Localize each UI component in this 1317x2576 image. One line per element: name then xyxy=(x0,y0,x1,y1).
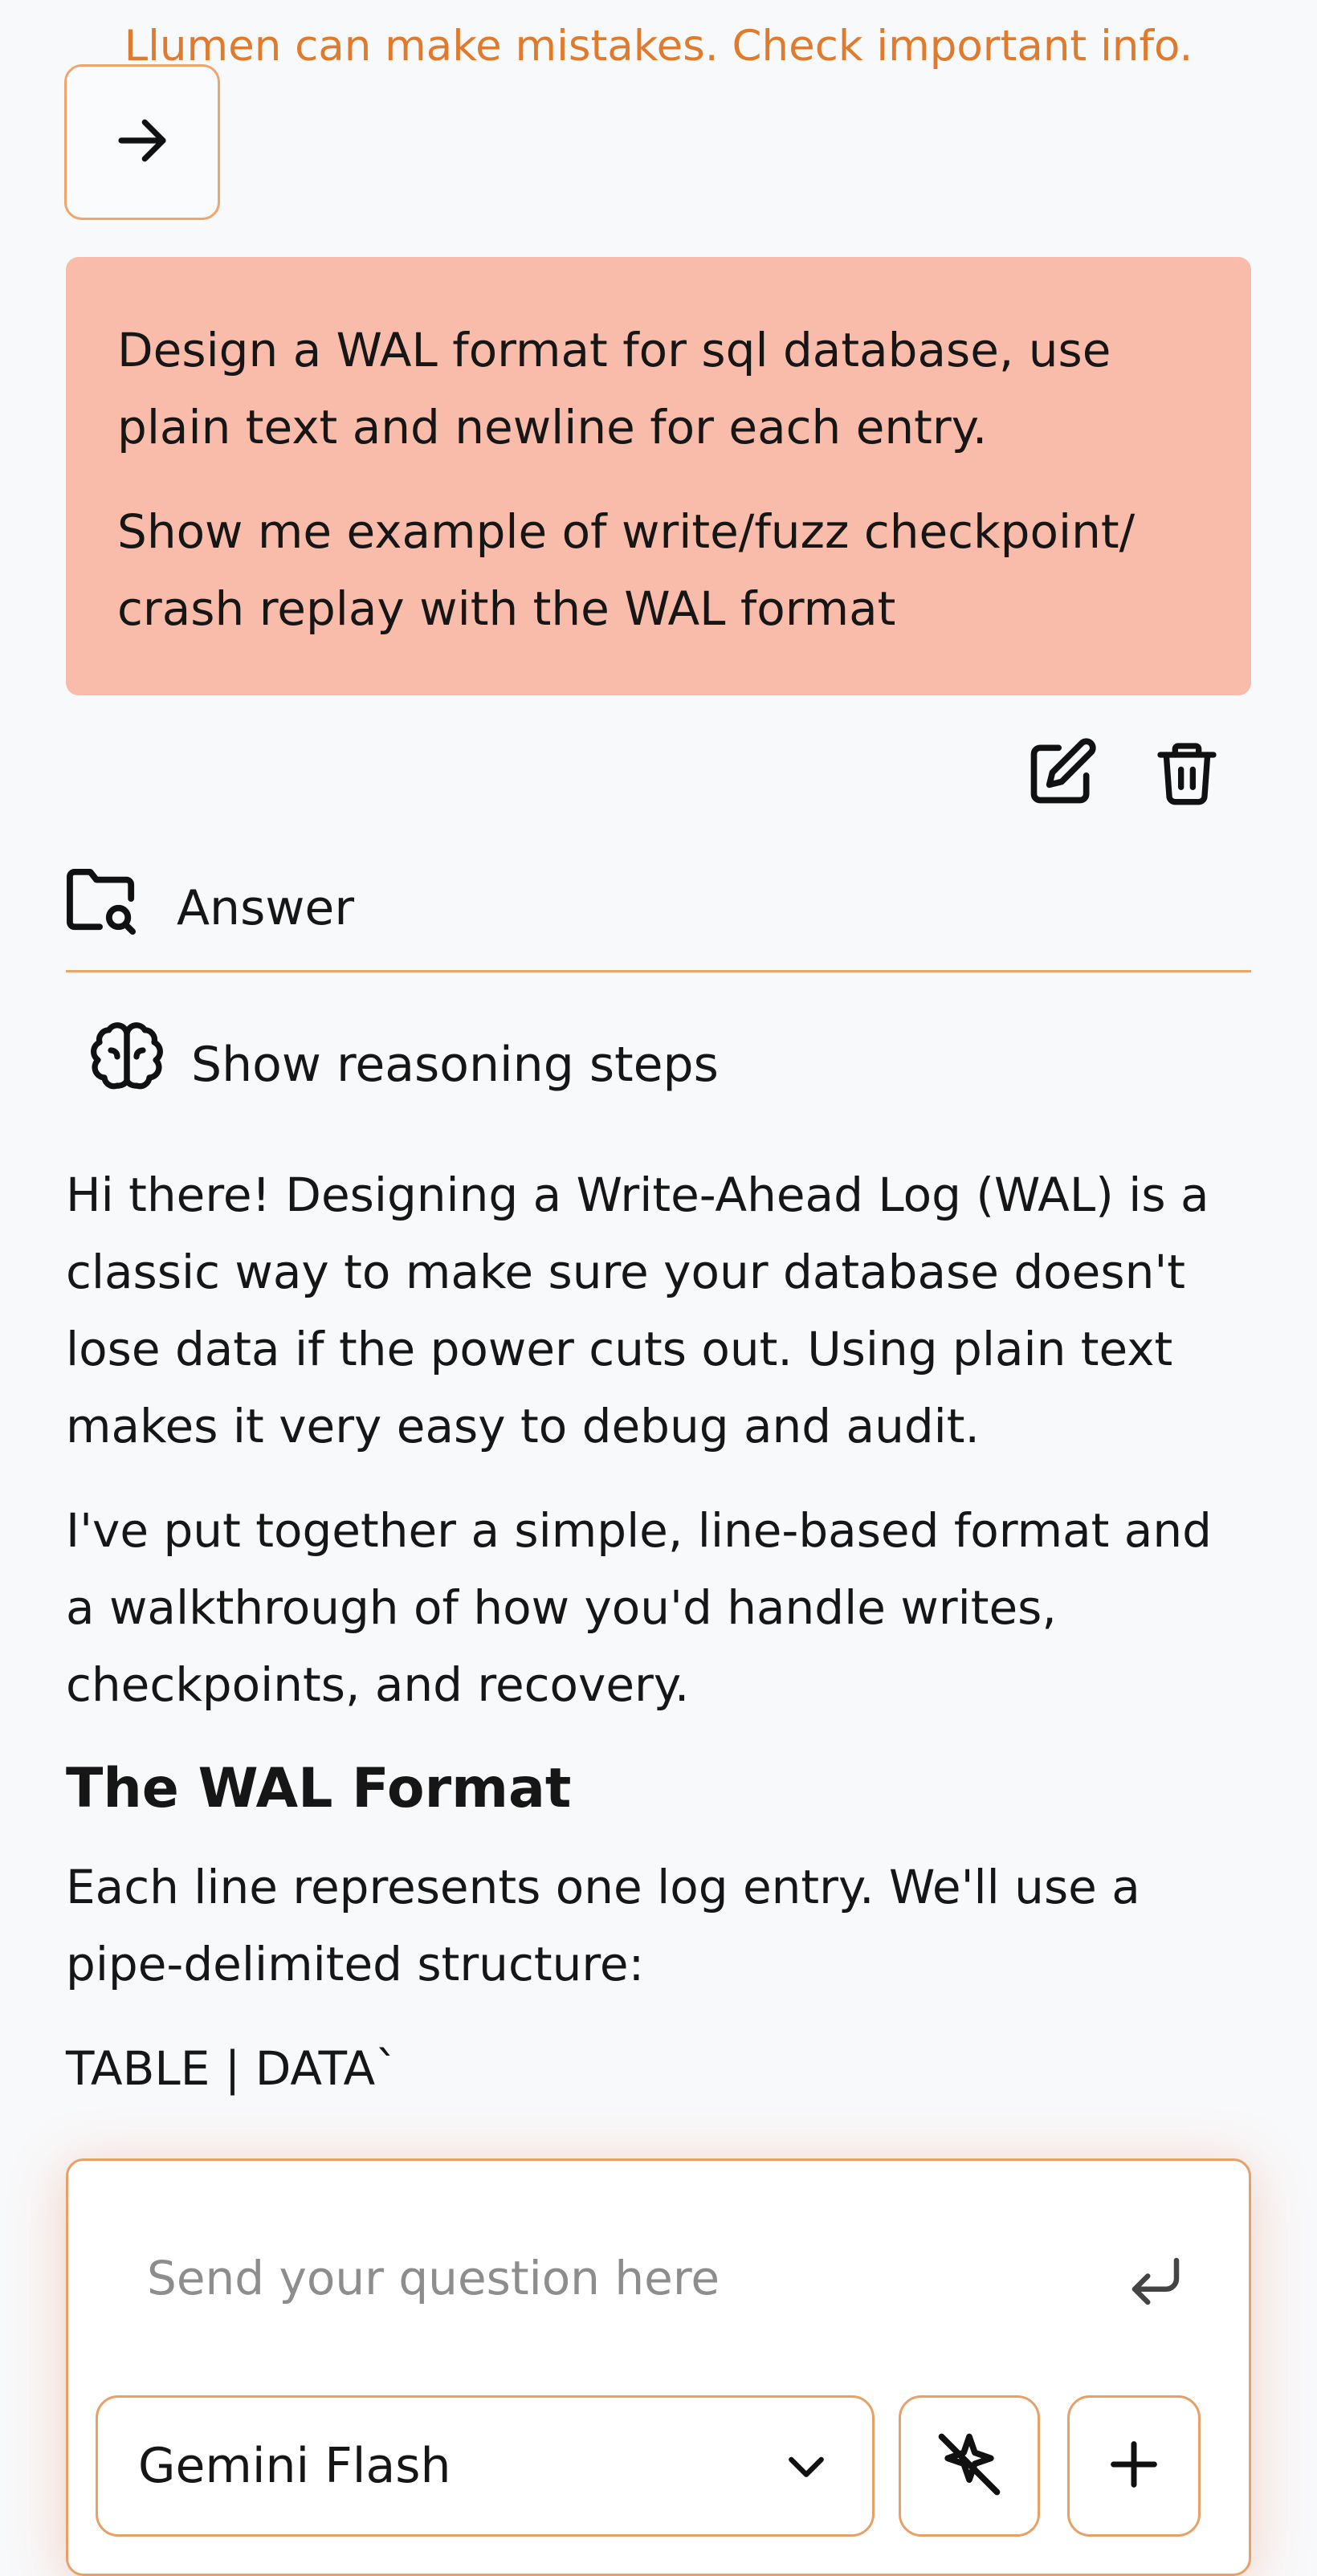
section-heading: The WAL Format xyxy=(66,1757,572,1820)
format-line: TABLE | DATA` xyxy=(66,2041,399,2096)
trash-icon[interactable] xyxy=(1145,731,1229,814)
model-name: Gemini Flash xyxy=(138,2438,451,2494)
message-actions xyxy=(1020,731,1229,814)
model-select[interactable]: Gemini Flash xyxy=(96,2395,875,2537)
composer: Gemini Flash xyxy=(66,2158,1251,2576)
section-paragraph: Each line represents one log entry. We'l… xyxy=(66,1860,1140,1991)
divider xyxy=(66,970,1251,972)
answer-paragraph: Hi there! Designing a Write-Ahead Log (W… xyxy=(66,1168,1209,1453)
user-message-paragraph: Design a WAL format for sql database, us… xyxy=(117,323,1111,454)
enter-icon[interactable] xyxy=(1114,2241,1197,2321)
answer-paragraph: I've put together a simple, line-based f… xyxy=(66,1503,1212,1712)
edit-icon[interactable] xyxy=(1020,731,1103,814)
tools-toggle-button[interactable] xyxy=(899,2395,1040,2537)
user-message-paragraph: Show me example of write/fuzz checkpoint… xyxy=(117,504,1136,636)
show-reasoning-toggle[interactable]: Show reasoning steps xyxy=(88,1020,719,1109)
sparkle-off-icon xyxy=(932,2427,1006,2505)
arrow-right-icon xyxy=(111,109,173,175)
answer-header: Answer xyxy=(64,867,354,948)
answer-content: Hi there! Designing a Write-Ahead Log (W… xyxy=(66,1156,1254,2134)
forward-button[interactable] xyxy=(64,64,220,220)
plus-icon xyxy=(1103,2434,1164,2498)
brain-icon xyxy=(88,1020,165,1109)
chevron-down-icon xyxy=(781,2440,832,2492)
reasoning-label: Show reasoning steps xyxy=(191,1036,719,1093)
add-button[interactable] xyxy=(1067,2395,1201,2537)
question-input[interactable] xyxy=(145,2233,1096,2323)
folder-search-icon xyxy=(64,867,141,948)
answer-label: Answer xyxy=(177,879,354,936)
user-message-bubble: Design a WAL format for sql database, us… xyxy=(66,257,1251,695)
